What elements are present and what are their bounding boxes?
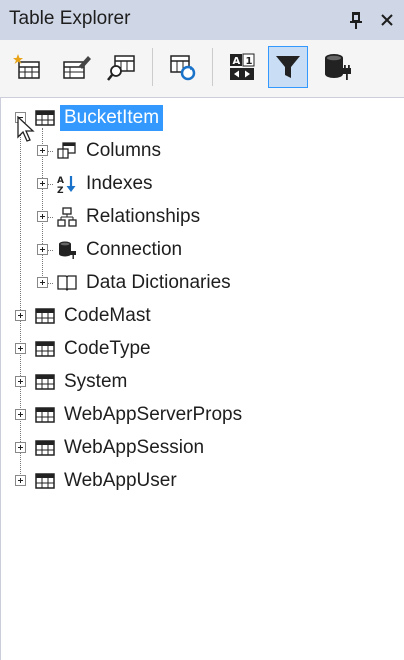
expand-toggle[interactable] (15, 376, 26, 387)
tree-node-connection[interactable]: Connection (1, 234, 404, 267)
close-icon (381, 14, 393, 26)
tree-node-codemast[interactable]: CodeMast (1, 300, 404, 333)
tree-node-relationships[interactable]: Relationships (1, 201, 404, 234)
tree-node-label[interactable]: Indexes (82, 171, 157, 197)
new-table-icon (13, 54, 40, 79)
tree-node-label[interactable]: Data Dictionaries (82, 270, 235, 296)
edit-table-button[interactable] (56, 46, 96, 88)
expand-toggle[interactable] (15, 475, 26, 486)
tree-node-label[interactable]: Relationships (82, 204, 204, 230)
tree-node-indexes[interactable]: A Z Indexes (1, 168, 404, 201)
tree-node-label[interactable]: Connection (82, 237, 186, 263)
tree-node-label[interactable]: WebAppSession (60, 435, 208, 461)
close-button[interactable] (373, 6, 401, 34)
tree-node-webappuser[interactable]: WebAppUser (1, 465, 404, 498)
tree-node-bucketitem[interactable]: BucketItem (1, 102, 404, 142)
new-table-button[interactable] (8, 46, 48, 88)
tree-node-label[interactable]: Columns (82, 138, 165, 164)
pin-button[interactable] (342, 6, 370, 34)
table-icon (35, 341, 55, 357)
expand-toggle[interactable] (37, 211, 48, 222)
table-icon (35, 440, 55, 456)
tree-node-system[interactable]: System (1, 366, 404, 399)
svg-text:A: A (57, 176, 64, 186)
tree-node-label[interactable]: WebAppServerProps (60, 402, 246, 428)
tree-node-label[interactable]: BucketItem (60, 105, 164, 131)
refresh-table-icon (170, 55, 196, 81)
toolbar: A 1 (0, 40, 404, 98)
tree-node-label[interactable]: WebAppUser (60, 468, 181, 494)
refresh-tables-button[interactable] (162, 46, 202, 88)
sort-alphabetical-icon: A 1 (230, 53, 255, 80)
connection-button[interactable] (318, 46, 358, 88)
table-icon (35, 308, 55, 324)
expand-toggle[interactable] (37, 244, 48, 255)
database-connect-icon (325, 54, 351, 80)
indexes-icon: A Z (57, 176, 76, 194)
svg-text:A: A (233, 56, 241, 67)
expand-toggle[interactable] (37, 145, 48, 156)
expand-toggle[interactable] (15, 409, 26, 420)
toolbar-separator (212, 48, 213, 86)
tree-node-label[interactable]: CodeMast (60, 303, 155, 329)
table-icon (35, 374, 55, 390)
edit-table-icon (63, 56, 91, 79)
title-bar: Table Explorer (0, 0, 404, 40)
tree-node-columns[interactable]: Columns (1, 135, 404, 168)
columns-icon (57, 142, 76, 159)
tree-node-data-dictionaries[interactable]: Data Dictionaries (1, 267, 404, 300)
tree-node-label[interactable]: System (60, 369, 131, 395)
expand-toggle[interactable] (37, 178, 48, 189)
filter-button[interactable] (268, 46, 308, 88)
tree-node-webappserverprops[interactable]: WebAppServerProps (1, 399, 404, 432)
expand-toggle[interactable] (15, 310, 26, 321)
expand-toggle[interactable] (15, 343, 26, 354)
table-icon (35, 407, 55, 423)
expand-toggle[interactable] (37, 277, 48, 288)
tree-node-label[interactable]: CodeType (60, 336, 155, 362)
connection-icon (59, 241, 76, 259)
query-table-button[interactable] (102, 46, 142, 88)
tree-node-webappsession[interactable]: WebAppSession (1, 432, 404, 465)
expand-toggle[interactable] (15, 442, 26, 453)
sort-alpha-button[interactable]: A 1 (222, 46, 262, 88)
query-table-icon (107, 55, 135, 81)
svg-text:1: 1 (246, 56, 253, 67)
toolbar-separator (152, 48, 153, 86)
table-icon (35, 473, 55, 489)
pin-icon (350, 12, 362, 29)
table-tree: BucketItem Columns A Z Indexes Relations… (0, 98, 404, 660)
window-title: Table Explorer (9, 8, 131, 29)
filter-icon (276, 56, 300, 78)
svg-text:Z: Z (57, 186, 64, 194)
tree-node-codetype[interactable]: CodeType (1, 333, 404, 366)
data-dictionaries-icon (57, 275, 77, 291)
relationships-icon (57, 207, 77, 227)
